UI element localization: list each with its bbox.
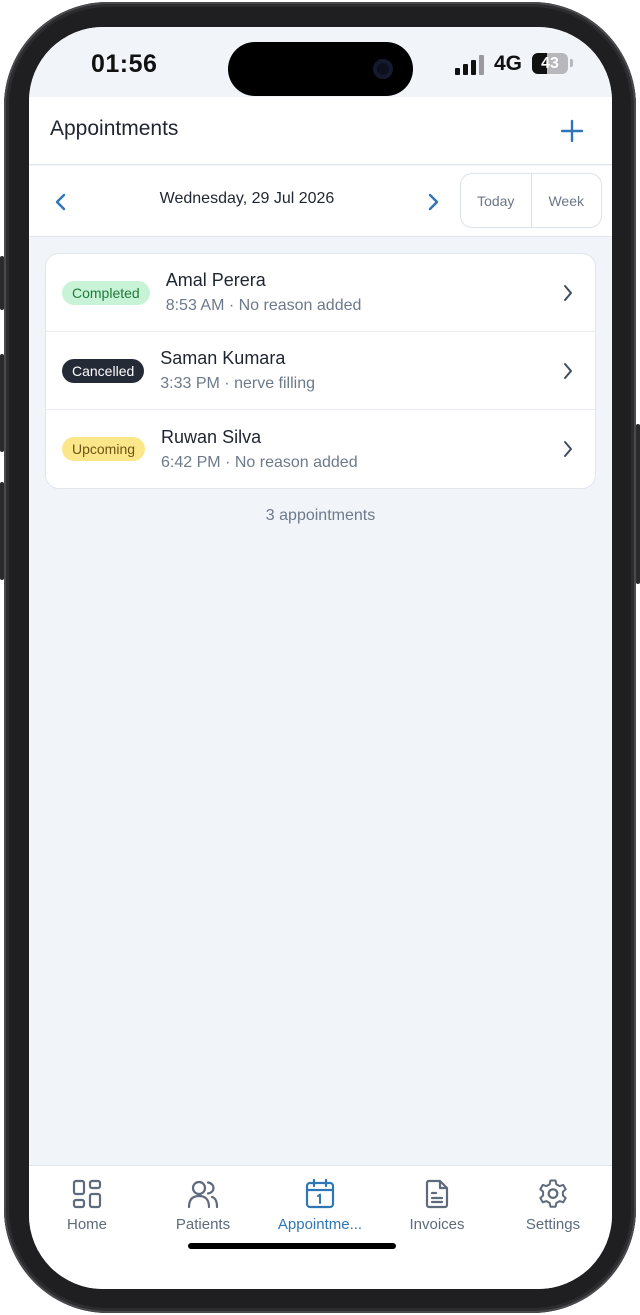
chevron-left-icon: [55, 193, 66, 211]
add-appointment-button[interactable]: [554, 113, 590, 149]
status-badge: Upcoming: [62, 437, 146, 461]
week-button[interactable]: Week: [530, 174, 602, 227]
tab-appointments[interactable]: Appointme...: [262, 1178, 378, 1240]
appointment-count: 3 appointments: [265, 507, 376, 524]
tab-bar: Home Patients Appointme... Invoices Sett…: [29, 1165, 612, 1289]
appointment-detail: 8:53 AM · No reason added: [165, 297, 362, 314]
battery-tip: [570, 59, 573, 67]
chevron-right-icon: [561, 282, 575, 304]
tab-settings[interactable]: Settings: [495, 1178, 611, 1240]
home-indicator: [188, 1243, 396, 1249]
status-badge: Completed: [62, 280, 150, 305]
tab-label: Patients: [175, 1216, 231, 1233]
signal-icon: [455, 55, 487, 75]
dynamic-island: [228, 42, 413, 96]
action-button: [0, 256, 4, 310]
chevron-right-icon: [561, 438, 575, 460]
appointment-info: Saman Kumara 3:33 PM · nerve filling: [160, 348, 315, 393]
tab-label: Appointme...: [277, 1216, 363, 1233]
appointment-row[interactable]: Upcoming Ruwan Silva 6:42 PM · No reason…: [46, 410, 595, 488]
battery-icon: 43: [532, 53, 568, 74]
patient-name: Ruwan Silva: [161, 426, 262, 447]
chevron-right-icon: [561, 360, 575, 382]
appointment-row[interactable]: Completed Amal Perera 8:53 AM · No reaso…: [46, 254, 595, 332]
tab-home[interactable]: Home: [29, 1178, 145, 1240]
status-time: 01:56: [91, 50, 158, 78]
previous-day-button[interactable]: [46, 187, 76, 217]
volume-up-button: [0, 354, 4, 452]
document-icon: [425, 1179, 449, 1209]
appointment-detail: 3:33 PM · nerve filling: [160, 375, 315, 392]
patient-name: Saman Kumara: [160, 348, 286, 368]
appointment-info: Amal Perera 8:53 AM · No reason added: [166, 270, 362, 315]
tab-patients[interactable]: Patients: [145, 1178, 261, 1240]
calendar-icon: [305, 1178, 335, 1209]
status-badge: Cancelled: [62, 358, 145, 383]
plus-icon: [560, 119, 584, 143]
status-bar: 01:56 4G 43: [29, 27, 612, 97]
grid-icon: [72, 1179, 102, 1209]
network-label: 4G: [494, 52, 523, 75]
tab-label: Invoices: [409, 1216, 465, 1233]
volume-down-button: [0, 482, 4, 580]
view-toggle: Today Week: [460, 173, 602, 228]
page-title: Appointments: [50, 117, 179, 140]
screen: 01:56 4G 43 Appointments Wednesday, 29 J…: [29, 27, 612, 1289]
appointment-row[interactable]: Cancelled Saman Kumara 3:33 PM · nerve f…: [46, 332, 595, 410]
patient-name: Amal Perera: [165, 270, 266, 290]
gear-icon: [539, 1179, 567, 1208]
users-icon: [187, 1180, 219, 1209]
app-header: Appointments: [29, 97, 612, 165]
camera-icon: [373, 59, 393, 79]
battery-percentage: 43: [541, 55, 559, 72]
appointment-detail: 6:42 PM · No reason added: [161, 453, 358, 471]
current-date: Wednesday, 29 Jul 2026: [159, 190, 335, 207]
tab-invoices[interactable]: Invoices: [379, 1178, 495, 1240]
appointment-info: Ruwan Silva 6:42 PM · No reason added: [161, 427, 358, 472]
next-day-button[interactable]: [418, 187, 448, 217]
chevron-right-icon: [428, 193, 439, 211]
today-button[interactable]: Today: [461, 174, 531, 227]
date-navigator: Wednesday, 29 Jul 2026 Today Week: [29, 166, 612, 237]
tab-label: Settings: [525, 1216, 581, 1233]
appointment-list: Completed Amal Perera 8:53 AM · No reaso…: [45, 253, 596, 489]
tab-label: Home: [66, 1216, 107, 1233]
power-button: [636, 424, 640, 584]
